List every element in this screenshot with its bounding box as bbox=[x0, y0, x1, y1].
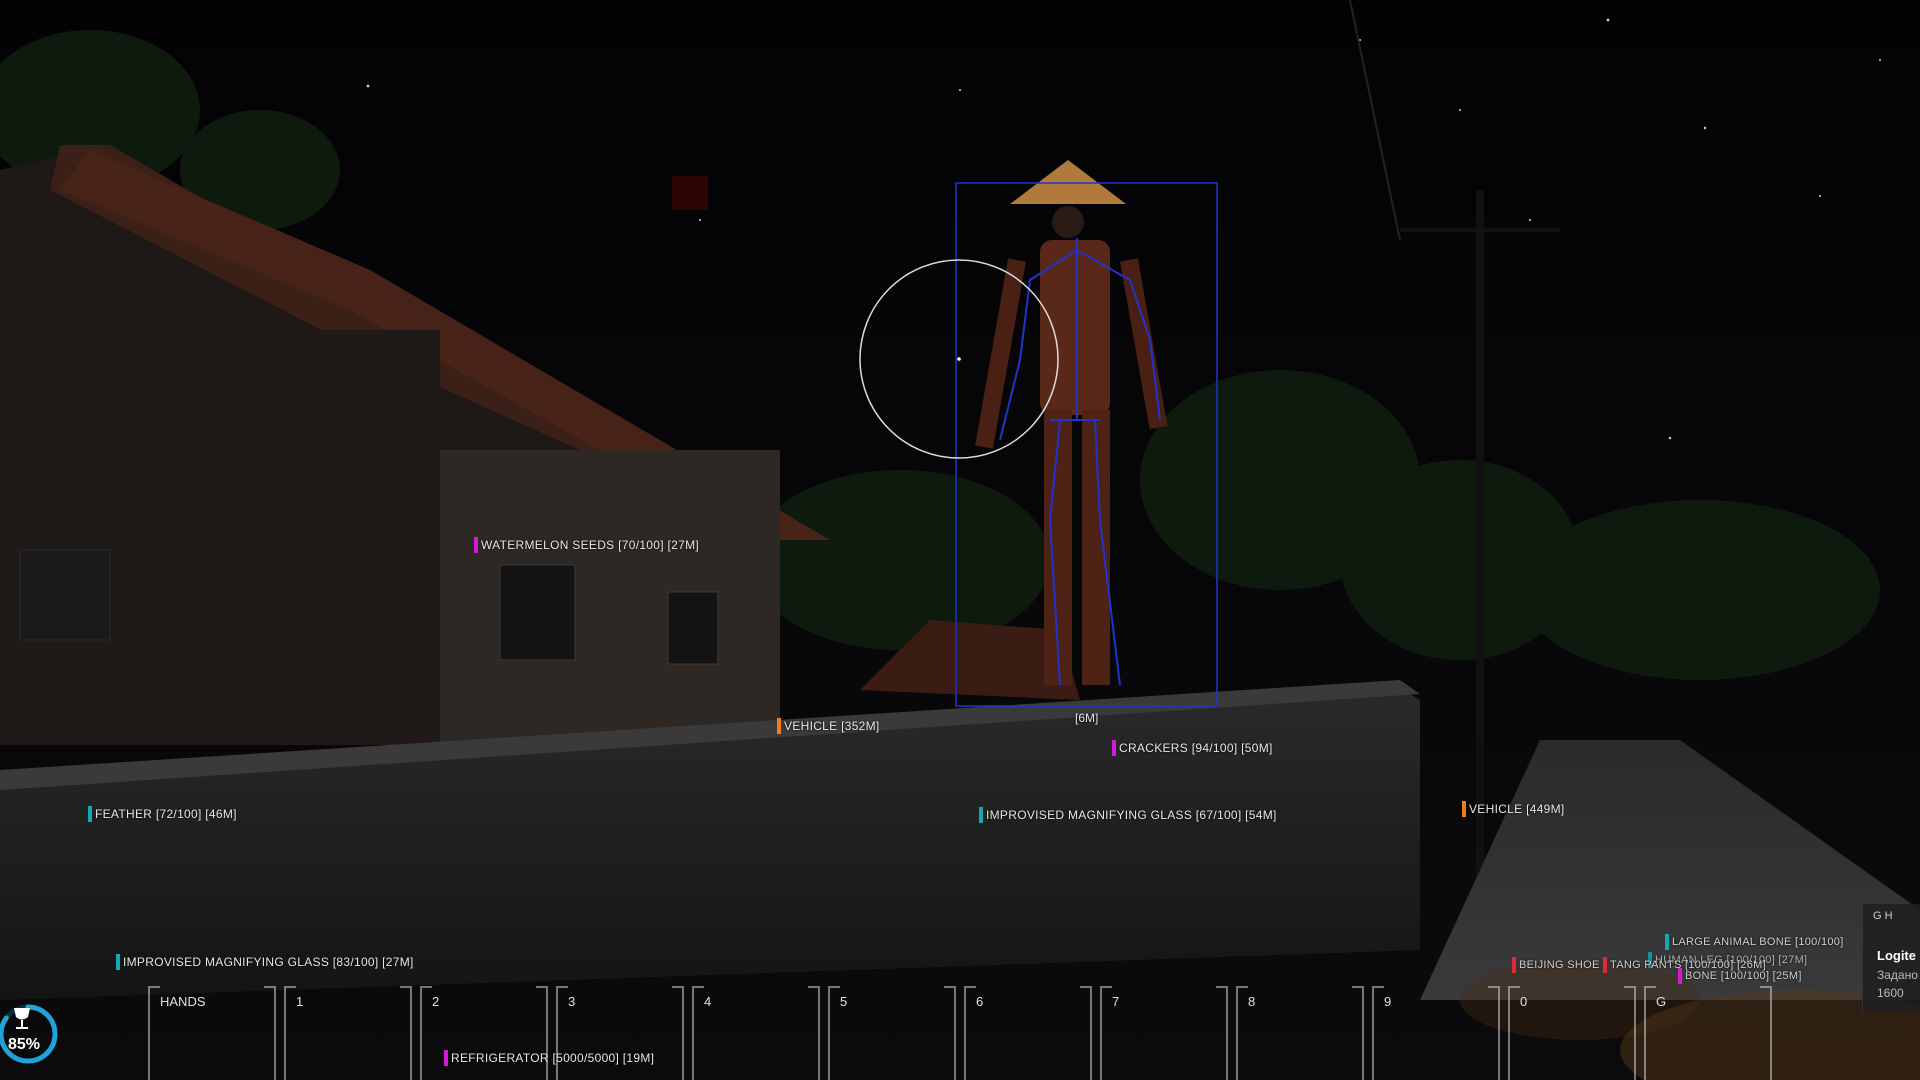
panel-subtitle: Задано bbox=[1877, 968, 1918, 982]
esp-label-bone: BONE [100/100] [25M] bbox=[1678, 968, 1802, 984]
slot-label: 7 bbox=[1112, 994, 1120, 1009]
slot-label: 2 bbox=[432, 994, 440, 1009]
hotbar-slot-8[interactable]: 8 bbox=[1236, 986, 1364, 1080]
esp-label-magnifying-glass-27: IMPROVISED MAGNIFYING GLASS [83/100] [27… bbox=[116, 954, 414, 970]
esp-text: VEHICLE [449M] bbox=[1469, 802, 1565, 816]
hotbar-slot-g[interactable]: G bbox=[1644, 986, 1772, 1080]
wine-glass-icon bbox=[14, 1008, 30, 1029]
overlay-side-panel: G H Logite Задано 1600 bbox=[1862, 904, 1920, 1012]
crosshair-dot bbox=[957, 357, 961, 361]
esp-label-magnifying-glass-54: IMPROVISED MAGNIFYING GLASS [67/100] [54… bbox=[979, 807, 1277, 823]
slot-label: 6 bbox=[976, 994, 984, 1009]
marker-bar bbox=[777, 718, 781, 734]
hotbar-slot-hands[interactable]: HANDS bbox=[148, 986, 276, 1080]
hotbar-slot-9[interactable]: 9 bbox=[1372, 986, 1500, 1080]
esp-text: BEIJING SHOE bbox=[1519, 959, 1600, 971]
marker-bar bbox=[1603, 957, 1607, 973]
hotbar-slot-6[interactable]: 6 bbox=[964, 986, 1092, 1080]
slot-label: HANDS bbox=[160, 994, 206, 1009]
hotbar-slot-7[interactable]: 7 bbox=[1100, 986, 1228, 1080]
game-scene bbox=[0, 0, 1920, 1080]
panel-header: G H bbox=[1873, 910, 1893, 922]
hotbar-slot-5[interactable]: 5 bbox=[828, 986, 956, 1080]
hotbar-slot-2[interactable]: 2 bbox=[420, 986, 548, 1080]
slot-label: 3 bbox=[568, 994, 576, 1009]
esp-label-vehicle-near: VEHICLE [352M] bbox=[777, 718, 880, 734]
hotbar-slot-0[interactable]: 0 bbox=[1508, 986, 1636, 1080]
marker-bar bbox=[1678, 968, 1682, 984]
marker-bar bbox=[979, 807, 983, 823]
hotbar-slot-4[interactable]: 4 bbox=[692, 986, 820, 1080]
marker-bar bbox=[1112, 740, 1116, 756]
thirst-meter bbox=[0, 1004, 58, 1064]
esp-label-vehicle-far: VEHICLE [449M] bbox=[1462, 801, 1565, 817]
slot-label: 8 bbox=[1248, 994, 1256, 1009]
esp-text: LARGE ANIMAL BONE [100/100] bbox=[1672, 936, 1844, 948]
marker-bar bbox=[474, 537, 478, 553]
esp-text: BONE [100/100] [25M] bbox=[1685, 970, 1802, 982]
target-distance: [6M] bbox=[1075, 711, 1099, 725]
marker-bar bbox=[1462, 801, 1466, 817]
esp-text: WATERMELON SEEDS [70/100] [27M] bbox=[481, 538, 700, 552]
esp-label-feather: FEATHER [72/100] [46M] bbox=[88, 806, 237, 822]
thirst-percent: 85% bbox=[8, 1036, 41, 1053]
hotbar-slot-3[interactable]: 3 bbox=[556, 986, 684, 1080]
esp-label-crackers: CRACKERS [94/100] [50M] bbox=[1112, 740, 1273, 756]
esp-text: IMPROVISED MAGNIFYING GLASS [83/100] [27… bbox=[123, 955, 414, 969]
slot-label: 9 bbox=[1384, 994, 1392, 1009]
slot-label: 4 bbox=[704, 994, 712, 1009]
slot-label: 0 bbox=[1520, 994, 1528, 1009]
marker-bar bbox=[1512, 957, 1516, 973]
esp-text: VEHICLE [352M] bbox=[784, 719, 880, 733]
hotbar-slot-1[interactable]: 1 bbox=[284, 986, 412, 1080]
marker-bar bbox=[88, 806, 92, 822]
esp-label-watermelon-seeds: WATERMELON SEEDS [70/100] [27M] bbox=[474, 537, 699, 553]
esp-text: IMPROVISED MAGNIFYING GLASS [67/100] [54… bbox=[986, 808, 1277, 822]
esp-label-large-animal-bone: LARGE ANIMAL BONE [100/100] bbox=[1665, 934, 1844, 950]
marker-bar bbox=[1665, 934, 1669, 950]
slot-label: 1 bbox=[296, 994, 304, 1009]
panel-brand: Logite bbox=[1877, 948, 1916, 963]
esp-text: FEATHER [72/100] [46M] bbox=[95, 807, 237, 821]
panel-value: 1600 bbox=[1877, 986, 1904, 1000]
marker-bar bbox=[116, 954, 120, 970]
slot-label: G bbox=[1656, 994, 1667, 1009]
slot-label: 5 bbox=[840, 994, 848, 1009]
esp-label-beijing-shoes: BEIJING SHOE bbox=[1512, 957, 1600, 973]
esp-text: CRACKERS [94/100] [50M] bbox=[1119, 741, 1273, 755]
